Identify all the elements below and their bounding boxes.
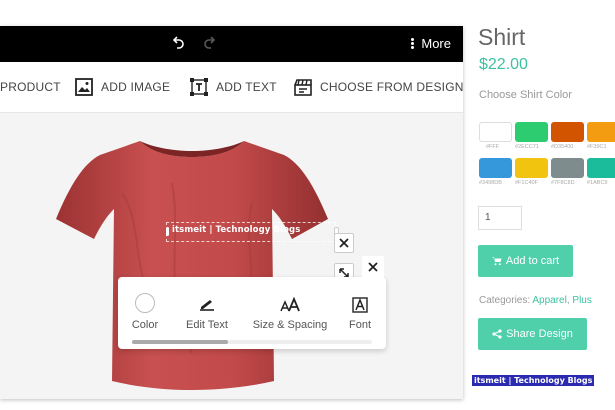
swatch-blue[interactable] xyxy=(479,158,512,178)
close-icon xyxy=(368,262,378,272)
more-dots-icon xyxy=(411,37,415,50)
designer-topbar: More xyxy=(0,26,463,62)
category-link-plus[interactable]: Plus xyxy=(572,295,591,306)
designer-toolbar: PRODUCT ADD IMAGE ADD TEXT CHOOSE FROM D… xyxy=(0,62,463,113)
categories-label: Categories: xyxy=(479,295,531,306)
text-tools-popup: Color Edit Text Size & Spacing Font xyxy=(118,277,386,349)
popup-tool-color-label: Color xyxy=(131,319,159,331)
swatch-blue-label: #3498DB xyxy=(479,180,502,186)
color-circle-icon xyxy=(135,293,155,313)
swatch-teal[interactable] xyxy=(587,158,615,178)
swatch-yellow[interactable] xyxy=(515,158,548,178)
tool-add-image[interactable]: ADD IMAGE xyxy=(74,62,170,112)
brand-watermark: itsmeit | Technology Blogs xyxy=(472,375,595,386)
share-design-label: Share Design xyxy=(506,328,573,340)
tool-product-label: PRODUCT xyxy=(0,80,61,94)
swatch-gray-label: #7F8C8D xyxy=(551,180,575,186)
swatch-green-label: #2ECC71 xyxy=(515,144,539,150)
swatch-orange[interactable] xyxy=(587,122,615,142)
font-icon xyxy=(352,297,368,313)
popup-scrollbar[interactable] xyxy=(132,340,372,344)
size-spacing-icon xyxy=(280,297,300,312)
color-swatches: #FFF #2ECC71 #D35400 #F39C1 #3498DB #F1C… xyxy=(478,120,615,188)
close-icon xyxy=(339,238,349,248)
text-handle-left[interactable] xyxy=(166,227,169,236)
popup-tool-edit-text[interactable]: Edit Text xyxy=(182,291,232,331)
category-link-apparel[interactable]: Apparel xyxy=(532,295,566,306)
popup-tool-color[interactable]: Color xyxy=(126,291,164,331)
swatch-white[interactable] xyxy=(479,122,512,142)
redo-icon[interactable] xyxy=(200,34,218,52)
cart-icon xyxy=(491,257,502,266)
swatch-orange-dark-label: #D35400 xyxy=(551,144,574,150)
tool-add-text-label: ADD TEXT xyxy=(216,80,277,94)
designer-panel: More PRODUCT ADD IMAGE ADD TEXT CHOOSE F… xyxy=(0,26,463,399)
tool-choose-designs[interactable]: CHOOSE FROM DESIGNS xyxy=(293,62,463,112)
share-design-button[interactable]: Share Design xyxy=(478,318,587,350)
swatch-white-label: #FFF xyxy=(486,144,500,150)
tool-product[interactable]: PRODUCT xyxy=(0,62,61,112)
swatch-teal-label: #1ABC9 xyxy=(587,180,608,186)
popup-tool-font-label: Font xyxy=(348,319,371,331)
tool-add-text[interactable]: ADD TEXT xyxy=(189,62,277,112)
share-icon xyxy=(492,329,502,339)
text-icon xyxy=(190,78,208,96)
color-label: Choose Shirt Color xyxy=(479,89,572,101)
designs-icon xyxy=(294,79,312,96)
popup-tool-font[interactable]: Font xyxy=(340,291,380,331)
undo-icon[interactable] xyxy=(170,34,188,52)
product-title: Shirt xyxy=(478,24,526,50)
swatch-green[interactable] xyxy=(515,122,548,142)
image-icon xyxy=(75,78,93,96)
popup-tool-edit-text-label: Edit Text xyxy=(186,319,228,331)
add-to-cart-label: Add to cart xyxy=(505,255,560,267)
text-object[interactable]: itsmeit | Technology Blogs xyxy=(166,222,339,242)
more-menu-button[interactable]: More xyxy=(411,36,451,51)
delete-object-button[interactable] xyxy=(334,233,354,253)
more-label: More xyxy=(421,36,451,51)
tshirt-mockup xyxy=(56,141,328,390)
edit-text-icon xyxy=(200,300,214,311)
tool-choose-designs-label: CHOOSE FROM DESIGNS xyxy=(320,80,463,94)
swatch-gray[interactable] xyxy=(551,158,584,178)
design-canvas[interactable]: itsmeit | Technology Blogs xyxy=(0,113,463,399)
text-object-content: itsmeit | Technology Blogs xyxy=(172,225,301,235)
product-price: $22.00 xyxy=(479,56,528,73)
add-to-cart-button[interactable]: Add to cart xyxy=(478,245,573,277)
swatch-orange-dark[interactable] xyxy=(551,122,584,142)
tool-add-image-label: ADD IMAGE xyxy=(101,80,171,94)
quantity-input[interactable]: 1 xyxy=(478,206,522,230)
popup-tool-size-spacing-label: Size & Spacing xyxy=(252,319,328,331)
swatch-orange-label: #F39C1 xyxy=(587,144,607,150)
popup-close-button[interactable] xyxy=(362,256,384,278)
product-categories: Categories: Apparel, Plus xyxy=(479,295,592,306)
swatch-yellow-label: #F1C40F xyxy=(515,180,538,186)
popup-scrollbar-thumb[interactable] xyxy=(132,340,228,344)
popup-tool-size-spacing[interactable]: Size & Spacing xyxy=(252,291,328,331)
